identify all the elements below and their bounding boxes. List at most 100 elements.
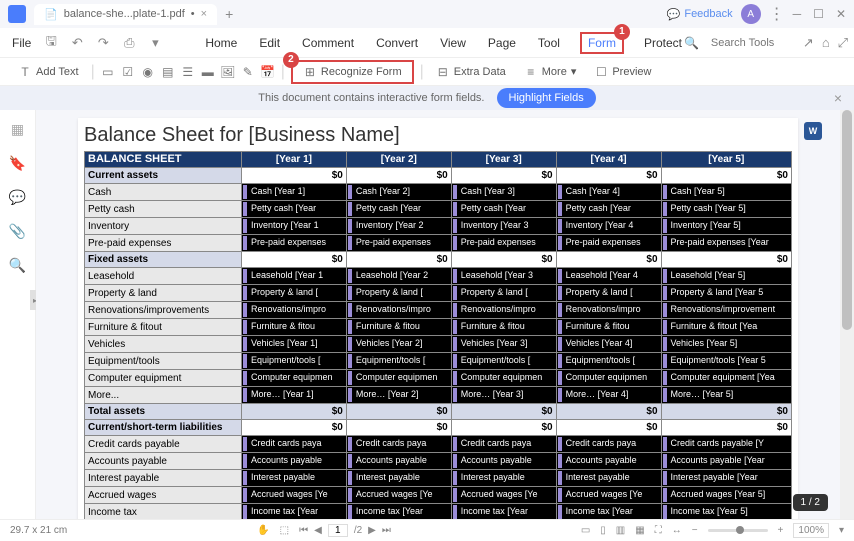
form-field[interactable]: Interest payable xyxy=(556,470,661,487)
form-field[interactable]: Accounts payable xyxy=(241,453,346,470)
share-icon[interactable]: ↗ xyxy=(803,35,814,51)
form-field[interactable]: Computer equipmen xyxy=(451,370,556,387)
button-tool-icon[interactable]: ▬ xyxy=(201,65,215,79)
form-field[interactable]: Leasehold [Year 2 xyxy=(346,268,451,285)
form-field[interactable]: Credit cards paya xyxy=(556,436,661,453)
form-field[interactable]: Equipment/tools [ xyxy=(346,353,451,370)
expand-icon[interactable]: ⤢ xyxy=(838,35,848,51)
form-field[interactable]: Accrued wages [Ye xyxy=(241,487,346,504)
form-field[interactable]: Interest payable [Year xyxy=(661,470,791,487)
form-field[interactable]: Income tax [Year 5] xyxy=(661,504,791,520)
bookmarks-icon[interactable]: 🔖 xyxy=(9,154,27,172)
menu-comment[interactable]: Comment xyxy=(300,32,356,54)
first-page-icon[interactable]: ⏮ xyxy=(299,525,308,536)
form-field[interactable]: Inventory [Year 5] xyxy=(661,218,791,235)
more-tools-button[interactable]: ≡ More ▾ xyxy=(518,62,583,82)
form-field[interactable]: Accrued wages [Ye xyxy=(556,487,661,504)
hand-tool-icon[interactable]: ✋ xyxy=(257,525,269,536)
form-field[interactable]: Cash [Year 4] xyxy=(556,184,661,201)
infobar-close-icon[interactable]: × xyxy=(834,90,842,106)
form-field[interactable]: Equipment/tools [ xyxy=(556,353,661,370)
search-panel-icon[interactable]: 🔍 xyxy=(9,256,27,274)
single-page-icon[interactable]: ▯ xyxy=(600,525,606,536)
form-field[interactable]: Petty cash [Year xyxy=(451,201,556,218)
highlight-fields-button[interactable]: Highlight Fields xyxy=(497,88,596,108)
list-tool-icon[interactable]: ☰ xyxy=(181,65,195,79)
form-field[interactable]: Pre-paid expenses xyxy=(556,235,661,252)
file-menu[interactable]: File xyxy=(12,36,31,50)
prev-page-icon[interactable]: ◀ xyxy=(314,525,322,536)
home-icon[interactable]: ⌂ xyxy=(822,35,830,51)
form-field[interactable]: Vehicles [Year 3] xyxy=(451,336,556,353)
form-field[interactable]: Accrued wages [Ye xyxy=(451,487,556,504)
image-tool-icon[interactable]: 🖼 xyxy=(221,65,235,79)
menu-page[interactable]: Page xyxy=(486,32,518,54)
form-field[interactable]: Income tax [Year xyxy=(241,504,346,520)
menu-home[interactable]: Home xyxy=(203,32,239,54)
next-page-icon[interactable]: ▶ xyxy=(368,525,376,536)
form-field[interactable]: Vehicles [Year 1] xyxy=(241,336,346,353)
zoom-in-icon[interactable]: + xyxy=(778,525,784,536)
form-field[interactable]: More… [Year 4] xyxy=(556,387,661,404)
date-tool-icon[interactable]: 📅 xyxy=(261,65,275,79)
add-tab-button[interactable]: + xyxy=(225,6,233,22)
form-field[interactable]: Pre-paid expenses xyxy=(241,235,346,252)
form-field[interactable]: Interest payable xyxy=(346,470,451,487)
close-window-button[interactable]: ✕ xyxy=(836,7,846,21)
form-field[interactable]: More… [Year 1] xyxy=(241,387,346,404)
menu-form[interactable]: Form1 xyxy=(580,32,624,54)
two-page-icon[interactable]: ▦ xyxy=(635,525,644,536)
form-field[interactable]: Property & land [ xyxy=(346,285,451,302)
form-field[interactable]: Furniture & fitou xyxy=(556,319,661,336)
form-field[interactable]: Petty cash [Year xyxy=(241,201,346,218)
form-field[interactable]: Credit cards paya xyxy=(346,436,451,453)
form-field[interactable]: Pre-paid expenses xyxy=(346,235,451,252)
form-field[interactable]: Computer equipmen xyxy=(241,370,346,387)
form-field[interactable]: Accounts payable xyxy=(451,453,556,470)
form-field[interactable]: Computer equipmen xyxy=(346,370,451,387)
close-tab-icon[interactable]: × xyxy=(201,8,207,20)
zoom-out-icon[interactable]: − xyxy=(692,525,698,536)
form-field[interactable]: Furniture & fitou xyxy=(241,319,346,336)
preview-button[interactable]: ☐ Preview xyxy=(588,62,657,82)
maximize-button[interactable]: ☐ xyxy=(813,7,824,21)
form-field[interactable]: Income tax [Year xyxy=(556,504,661,520)
form-field[interactable]: Inventory [Year 3 xyxy=(451,218,556,235)
page-number-input[interactable] xyxy=(328,524,348,537)
form-field[interactable]: Vehicles [Year 4] xyxy=(556,336,661,353)
zoom-slider[interactable] xyxy=(708,529,768,532)
form-field[interactable]: Credit cards paya xyxy=(451,436,556,453)
form-field[interactable]: Cash [Year 3] xyxy=(451,184,556,201)
form-field[interactable]: Cash [Year 5] xyxy=(661,184,791,201)
print-icon[interactable]: ⎙ xyxy=(121,35,137,51)
recognize-form-button[interactable]: ⊞ Recognize Form xyxy=(297,62,408,82)
form-field[interactable]: Interest payable xyxy=(241,470,346,487)
form-field[interactable]: Income tax [Year xyxy=(346,504,451,520)
select-tool-icon[interactable]: ⬚ xyxy=(280,525,289,536)
menu-protect[interactable]: Protect xyxy=(642,32,684,54)
comments-icon[interactable]: 💬 xyxy=(9,188,27,206)
form-field[interactable]: Renovations/improvement xyxy=(661,302,791,319)
thumbnails-icon[interactable]: ▦ xyxy=(9,120,27,138)
form-field[interactable]: Accrued wages [Year 5] xyxy=(661,487,791,504)
form-field[interactable]: Pre-paid expenses xyxy=(451,235,556,252)
user-avatar[interactable]: A xyxy=(741,4,761,24)
form-field[interactable]: Inventory [Year 1 xyxy=(241,218,346,235)
form-field[interactable]: Accounts payable xyxy=(556,453,661,470)
textfield-tool-icon[interactable]: ▭ xyxy=(101,65,115,79)
scroll-thumb[interactable] xyxy=(842,110,852,330)
form-field[interactable]: Renovations/impro xyxy=(556,302,661,319)
form-field[interactable]: Inventory [Year 4 xyxy=(556,218,661,235)
menu-view[interactable]: View xyxy=(438,32,468,54)
form-field[interactable]: Property & land [ xyxy=(241,285,346,302)
checkbox-tool-icon[interactable]: ☑ xyxy=(121,65,135,79)
form-field[interactable]: More… [Year 3] xyxy=(451,387,556,404)
form-field[interactable]: Income tax [Year xyxy=(451,504,556,520)
form-field[interactable]: Computer equipment [Yea xyxy=(661,370,791,387)
form-field[interactable]: Petty cash [Year xyxy=(556,201,661,218)
form-field[interactable]: Renovations/impro xyxy=(451,302,556,319)
form-field[interactable]: Property & land [ xyxy=(451,285,556,302)
dropdown-icon[interactable]: ▾ xyxy=(147,35,163,51)
undo-icon[interactable]: ↶ xyxy=(69,35,85,51)
form-field[interactable]: Cash [Year 1] xyxy=(241,184,346,201)
